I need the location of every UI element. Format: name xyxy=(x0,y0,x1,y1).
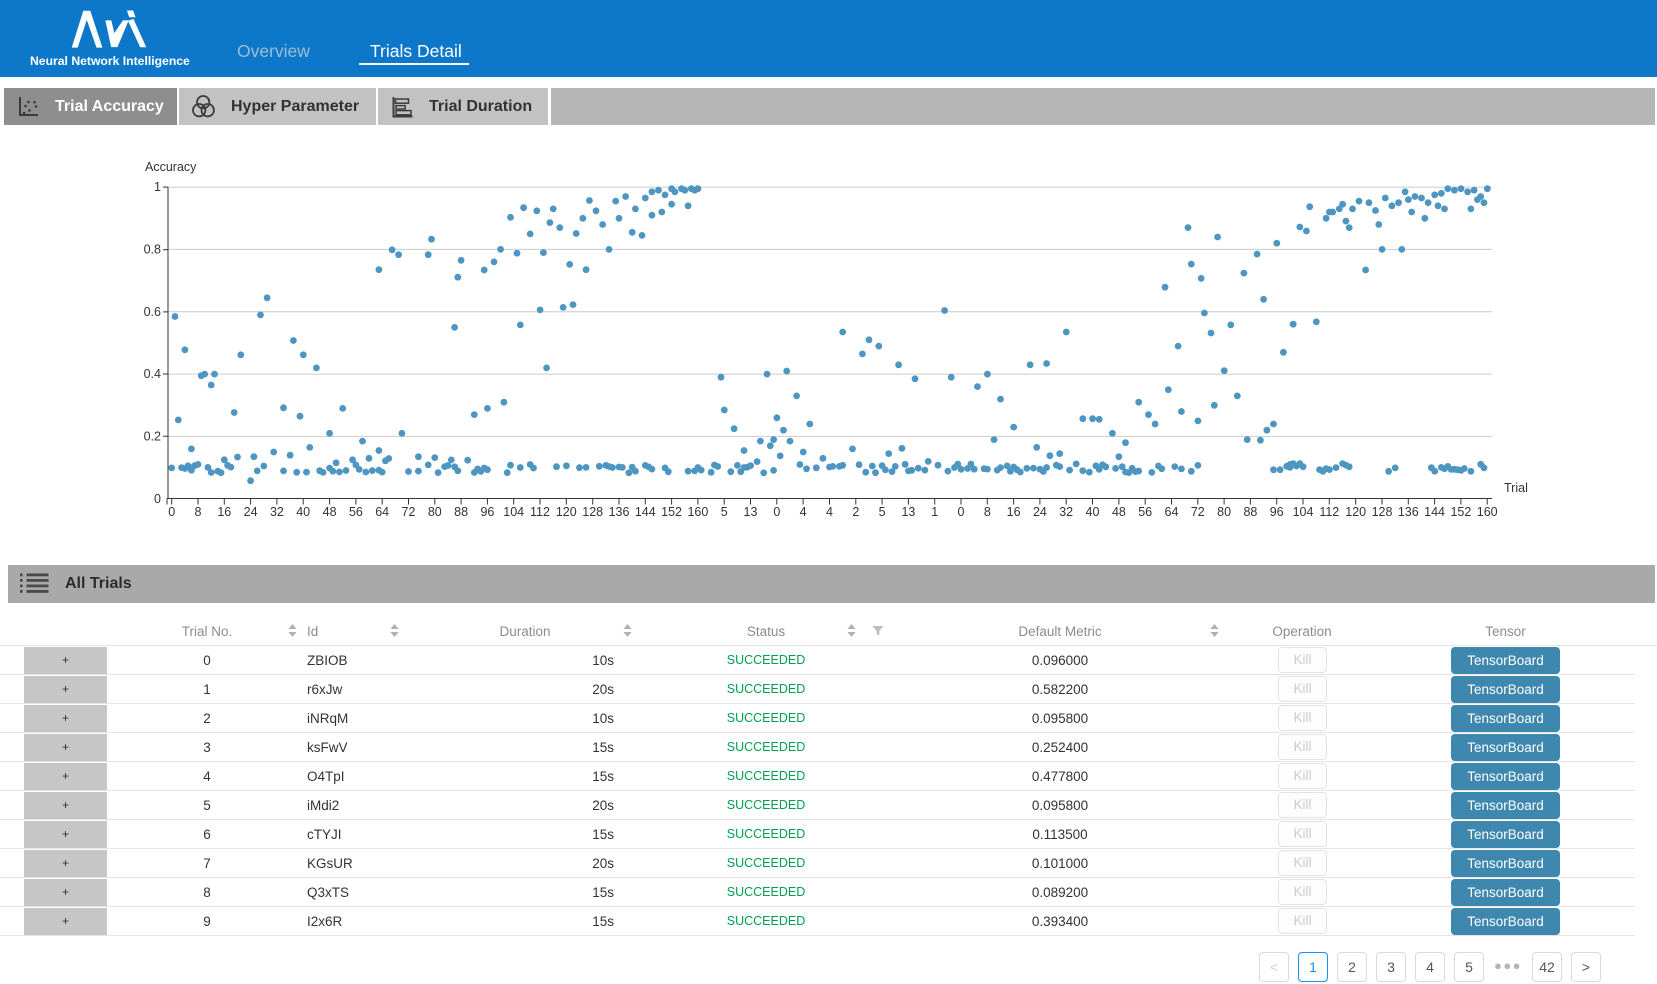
svg-text:152: 152 xyxy=(1450,505,1471,519)
svg-text:24: 24 xyxy=(1033,505,1047,519)
svg-text:56: 56 xyxy=(1138,505,1152,519)
svg-text:112: 112 xyxy=(1319,505,1339,519)
svg-text:0.4: 0.4 xyxy=(144,367,161,381)
svg-text:144: 144 xyxy=(635,505,656,519)
svg-text:64: 64 xyxy=(375,505,389,519)
svg-text:40: 40 xyxy=(1086,505,1100,519)
svg-text:0.6: 0.6 xyxy=(144,305,161,319)
svg-text:0: 0 xyxy=(773,505,780,519)
svg-text:88: 88 xyxy=(1243,505,1257,519)
svg-text:160: 160 xyxy=(687,505,708,519)
svg-text:120: 120 xyxy=(556,505,577,519)
svg-text:128: 128 xyxy=(1372,505,1393,519)
svg-text:2: 2 xyxy=(852,505,859,519)
svg-text:4: 4 xyxy=(826,505,833,519)
svg-text:72: 72 xyxy=(1191,505,1205,519)
svg-text:16: 16 xyxy=(217,505,231,519)
svg-text:0: 0 xyxy=(154,492,161,506)
svg-text:5: 5 xyxy=(721,505,728,519)
svg-text:0.2: 0.2 xyxy=(144,429,161,443)
svg-text:104: 104 xyxy=(503,505,524,519)
svg-text:0: 0 xyxy=(958,505,965,519)
svg-text:0: 0 xyxy=(168,505,175,519)
svg-text:16: 16 xyxy=(1007,505,1021,519)
svg-text:136: 136 xyxy=(609,505,630,519)
svg-text:64: 64 xyxy=(1165,505,1179,519)
svg-text:128: 128 xyxy=(582,505,603,519)
svg-text:144: 144 xyxy=(1424,505,1445,519)
svg-text:32: 32 xyxy=(270,505,284,519)
svg-text:0.8: 0.8 xyxy=(144,242,161,256)
svg-text:40: 40 xyxy=(296,505,310,519)
svg-text:8: 8 xyxy=(984,505,991,519)
svg-text:8: 8 xyxy=(195,505,202,519)
svg-text:5: 5 xyxy=(879,505,886,519)
svg-text:136: 136 xyxy=(1398,505,1419,519)
svg-text:80: 80 xyxy=(428,505,442,519)
svg-text:48: 48 xyxy=(323,505,337,519)
svg-text:24: 24 xyxy=(244,505,258,519)
svg-text:13: 13 xyxy=(744,505,758,519)
svg-text:160: 160 xyxy=(1477,505,1498,519)
svg-text:1: 1 xyxy=(154,180,161,194)
svg-text:88: 88 xyxy=(454,505,468,519)
svg-text:80: 80 xyxy=(1217,505,1231,519)
svg-text:96: 96 xyxy=(1270,505,1284,519)
svg-text:Accuracy: Accuracy xyxy=(145,160,197,174)
svg-text:1: 1 xyxy=(931,505,938,519)
svg-text:152: 152 xyxy=(661,505,682,519)
svg-text:120: 120 xyxy=(1345,505,1366,519)
svg-text:32: 32 xyxy=(1059,505,1073,519)
svg-text:56: 56 xyxy=(349,505,363,519)
svg-text:48: 48 xyxy=(1112,505,1126,519)
svg-text:112: 112 xyxy=(530,505,550,519)
svg-text:Trial: Trial xyxy=(1504,481,1528,495)
svg-text:4: 4 xyxy=(800,505,807,519)
svg-text:13: 13 xyxy=(901,505,915,519)
svg-text:104: 104 xyxy=(1293,505,1314,519)
svg-text:72: 72 xyxy=(402,505,416,519)
svg-text:96: 96 xyxy=(480,505,494,519)
